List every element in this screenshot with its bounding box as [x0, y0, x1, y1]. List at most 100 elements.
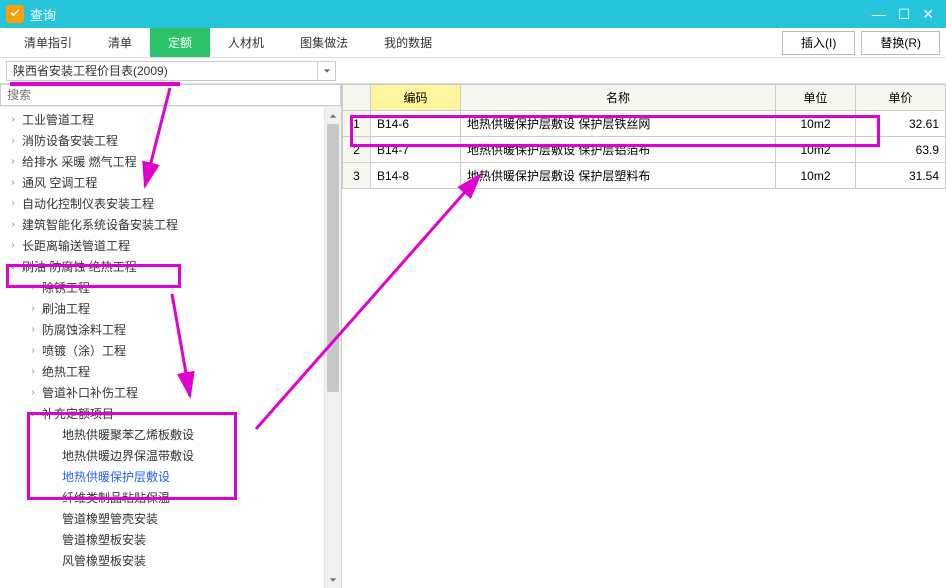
tree-item-10[interactable]: ›防腐蚀涂料工程	[0, 319, 341, 340]
tree-item-label: 给排水 采暖 燃气工程	[20, 153, 137, 170]
tree-item-6[interactable]: ›长距离输送管道工程	[0, 235, 341, 256]
chevron-right-icon[interactable]: ›	[26, 324, 40, 335]
pricebook-combo-text: 陕西省安装工程价目表(2009)	[7, 62, 317, 79]
chevron-right-icon[interactable]: ›	[26, 366, 40, 377]
menubar: 清单指引清单定额人材机图集做法我的数据 插入(I) 替换(R)	[0, 28, 946, 58]
tab-2[interactable]: 定额	[150, 28, 210, 57]
tree-item-label: 自动化控制仪表安装工程	[20, 195, 154, 212]
search-input[interactable]	[0, 84, 341, 106]
replace-button[interactable]: 替换(R)	[861, 31, 940, 55]
tree-item-13[interactable]: ›管道补口补伤工程	[0, 382, 341, 403]
tree-item-16[interactable]: 地热供暖边界保温带敷设	[0, 445, 341, 466]
scroll-thumb[interactable]	[327, 124, 339, 392]
tree-item-5[interactable]: ›建筑智能化系统设备安装工程	[0, 214, 341, 235]
cell-price: 63.9	[856, 137, 946, 163]
table-row[interactable]: 1B14-6地热供暖保护层敷设 保护层铁丝网10m232.61	[343, 111, 946, 137]
chevron-down-icon[interactable]: ⌄	[6, 261, 20, 272]
cell-name: 地热供暖保护层敷设 保护层铁丝网	[461, 111, 776, 137]
tree-item-label: 工业管道工程	[20, 111, 94, 128]
tree-item-2[interactable]: ›给排水 采暖 燃气工程	[0, 151, 341, 172]
chevron-down-icon	[317, 62, 335, 80]
tree-item-9[interactable]: ›刷油工程	[0, 298, 341, 319]
tree-item-18[interactable]: 纤维类制品粘贴保温	[0, 487, 341, 508]
tree-item-label: 管道橡塑板安装	[60, 531, 146, 548]
pricebook-combo[interactable]: 陕西省安装工程价目表(2009)	[6, 61, 336, 81]
col-code[interactable]: 编码	[371, 85, 461, 111]
tree-item-label: 管道橡塑管壳安装	[60, 510, 158, 527]
right-panel: 编码 名称 单位 单价 1B14-6地热供暖保护层敷设 保护层铁丝网10m232…	[342, 84, 946, 588]
maximize-button[interactable]: ☐	[898, 7, 911, 21]
tree-item-14[interactable]: ⌄补充定额项目	[0, 403, 341, 424]
tab-5[interactable]: 我的数据	[366, 28, 450, 57]
tree-item-label: 刷油 防腐蚀 绝热工程	[20, 258, 137, 275]
col-name[interactable]: 名称	[461, 85, 776, 111]
chevron-right-icon[interactable]: ›	[6, 156, 20, 167]
cell-name: 地热供暖保护层敷设 保护层塑料布	[461, 163, 776, 189]
table-row[interactable]: 3B14-8地热供暖保护层敷设 保护层塑料布10m231.54	[343, 163, 946, 189]
results-table: 编码 名称 单位 单价 1B14-6地热供暖保护层敷设 保护层铁丝网10m232…	[342, 84, 946, 189]
insert-button[interactable]: 插入(I)	[782, 31, 855, 55]
cell-price: 32.61	[856, 111, 946, 137]
row-number: 1	[343, 111, 371, 137]
tab-0[interactable]: 清单指引	[6, 28, 90, 57]
cell-price: 31.54	[856, 163, 946, 189]
chevron-down-icon[interactable]: ⌄	[26, 408, 40, 419]
col-price[interactable]: 单价	[856, 85, 946, 111]
toolbar-combo-row: 陕西省安装工程价目表(2009)	[0, 58, 946, 84]
tab-1[interactable]: 清单	[90, 28, 150, 57]
chevron-right-icon[interactable]: ›	[6, 219, 20, 230]
chevron-right-icon[interactable]: ›	[6, 177, 20, 188]
cell-unit: 10m2	[776, 163, 856, 189]
tree-item-label: 地热供暖保护层敷设	[60, 468, 170, 485]
tree-item-15[interactable]: 地热供暖聚苯乙烯板敷设	[0, 424, 341, 445]
tree-item-label: 管道补口补伤工程	[40, 384, 138, 401]
close-button[interactable]: ✕	[922, 7, 934, 21]
chevron-right-icon[interactable]: ›	[6, 198, 20, 209]
tree-item-label: 地热供暖边界保温带敷设	[60, 447, 194, 464]
tree-item-label: 地热供暖聚苯乙烯板敷设	[60, 426, 194, 443]
tree-item-1[interactable]: ›消防设备安装工程	[0, 130, 341, 151]
tree-item-0[interactable]: ›工业管道工程	[0, 109, 341, 130]
tree-item-label: 补充定额项目	[40, 405, 114, 422]
minimize-button[interactable]: —	[872, 7, 886, 21]
tree-item-label: 通风 空调工程	[20, 174, 97, 191]
tree-scrollbar[interactable]	[324, 107, 341, 588]
col-unit[interactable]: 单位	[776, 85, 856, 111]
tree-item-12[interactable]: ›绝热工程	[0, 361, 341, 382]
cell-code: B14-7	[371, 137, 461, 163]
tree-item-label: 喷镀（涂）工程	[40, 342, 126, 359]
tree-item-label: 建筑智能化系统设备安装工程	[20, 216, 178, 233]
tree-item-3[interactable]: ›通风 空调工程	[0, 172, 341, 193]
row-number: 3	[343, 163, 371, 189]
chevron-right-icon[interactable]: ›	[6, 240, 20, 251]
chevron-right-icon[interactable]: ›	[6, 114, 20, 125]
tree: ›工业管道工程›消防设备安装工程›给排水 采暖 燃气工程›通风 空调工程›自动化…	[0, 107, 341, 573]
tab-3[interactable]: 人材机	[210, 28, 282, 57]
window-title: 查询	[30, 5, 872, 24]
chevron-right-icon[interactable]: ›	[26, 303, 40, 314]
tabs: 清单指引清单定额人材机图集做法我的数据	[6, 28, 450, 57]
scroll-down-icon[interactable]	[325, 571, 341, 588]
tree-item-19[interactable]: 管道橡塑管壳安装	[0, 508, 341, 529]
tree-item-11[interactable]: ›喷镀（涂）工程	[0, 340, 341, 361]
tree-item-8[interactable]: ›除锈工程	[0, 277, 341, 298]
chevron-right-icon[interactable]: ›	[6, 135, 20, 146]
tree-item-20[interactable]: 管道橡塑板安装	[0, 529, 341, 550]
tab-4[interactable]: 图集做法	[282, 28, 366, 57]
tree-item-17[interactable]: 地热供暖保护层敷设	[0, 466, 341, 487]
chevron-right-icon[interactable]: ›	[26, 282, 40, 293]
cell-code: B14-8	[371, 163, 461, 189]
cell-name: 地热供暖保护层敷设 保护层铝箔布	[461, 137, 776, 163]
tree-item-label: 刷油工程	[40, 300, 90, 317]
table-row[interactable]: 2B14-7地热供暖保护层敷设 保护层铝箔布10m263.9	[343, 137, 946, 163]
chevron-right-icon[interactable]: ›	[26, 345, 40, 356]
tree-item-7[interactable]: ⌄刷油 防腐蚀 绝热工程	[0, 256, 341, 277]
tree-item-4[interactable]: ›自动化控制仪表安装工程	[0, 193, 341, 214]
chevron-right-icon[interactable]: ›	[26, 387, 40, 398]
tree-item-label: 风管橡塑板安装	[60, 552, 146, 569]
tree-item-21[interactable]: 风管橡塑板安装	[0, 550, 341, 571]
titlebar: 查询 — ☐ ✕	[0, 0, 946, 28]
tree-item-label: 消防设备安装工程	[20, 132, 118, 149]
tree-item-label: 防腐蚀涂料工程	[40, 321, 126, 338]
scroll-up-icon[interactable]	[325, 107, 341, 124]
